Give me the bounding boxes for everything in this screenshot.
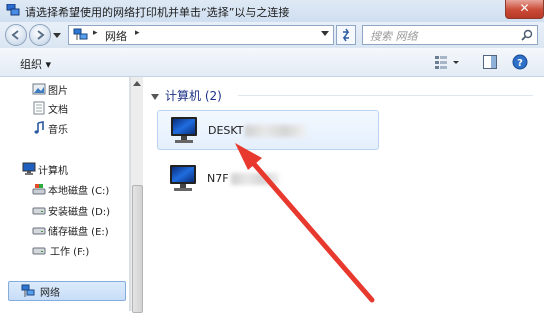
redacted-name-blur — [230, 173, 279, 185]
redacted-name-blur — [245, 125, 306, 137]
organize-button[interactable]: 组织 ▾ — [20, 56, 51, 72]
navigation-pane: 图片 文档 音乐 计算机 本地磁盘 (C:) 安装磁盘 (D:) 储存磁盘 (E… — [0, 77, 130, 311]
group-divider — [238, 95, 533, 96]
search-input[interactable]: 搜索 网络 — [362, 25, 538, 45]
computer-icon — [171, 117, 197, 143]
music-icon — [34, 121, 44, 134]
sidebar-item-label: 安装磁盘 (D:) — [48, 207, 111, 218]
drive-icon — [32, 247, 46, 255]
address-bar-area: ▸ 网络 ▸ 搜索 网络 — [0, 22, 544, 48]
back-button[interactable] — [5, 24, 27, 46]
scroll-thumb[interactable] — [132, 185, 143, 313]
sidebar-item-network[interactable]: 网络 — [8, 281, 126, 301]
collapse-icon[interactable] — [151, 94, 159, 100]
breadcrumb-separator[interactable]: ▸ — [135, 28, 140, 38]
computer-icon — [22, 162, 36, 175]
computer-name: DESKT — [208, 124, 306, 137]
pictures-icon — [32, 83, 46, 95]
refresh-icon — [342, 28, 350, 42]
sidebar-item-label: 图片 — [48, 86, 68, 97]
nav-scrollbar[interactable] — [130, 77, 143, 313]
back-arrow-icon — [11, 30, 19, 40]
network-icon — [21, 284, 35, 297]
address-dropdown-icon[interactable] — [321, 31, 329, 36]
drive-icon — [32, 227, 46, 235]
window-title: 请选择希望使用的网络打印机并单击“选择”以与之连接 — [25, 6, 290, 19]
computer-name: N7F — [207, 172, 279, 185]
sidebar-item-label: 工作 (F:) — [50, 247, 90, 258]
sidebar-item-label: 文档 — [48, 105, 68, 116]
svg-text:?: ? — [517, 58, 523, 69]
sidebar-item-label: 储存磁盘 (E:) — [48, 227, 109, 238]
group-title: 计算机 (2) — [165, 89, 222, 103]
command-toolbar: 组织 ▾ ? — [0, 48, 544, 77]
sidebar-item-label: 计算机 — [38, 166, 68, 177]
network-icon — [6, 4, 20, 16]
content-pane: 计算机 (2) DESKT N7F — [143, 77, 544, 311]
breadcrumb-separator[interactable]: ▸ — [93, 28, 98, 38]
history-dropdown-icon[interactable] — [53, 33, 61, 38]
breadcrumb-network[interactable]: 网络 — [105, 28, 127, 44]
search-placeholder: 搜索 网络 — [370, 30, 418, 43]
search-icon[interactable] — [521, 29, 533, 41]
computer-item[interactable]: N7F — [157, 159, 379, 199]
forward-arrow-icon — [37, 30, 45, 40]
system-drive-icon — [32, 184, 46, 195]
scroll-up-icon[interactable] — [133, 81, 141, 86]
forward-button[interactable] — [29, 24, 51, 46]
network-folder-icon — [73, 28, 88, 40]
help-icon[interactable]: ? — [512, 54, 528, 70]
sidebar-item-label: 本地磁盘 (C:) — [48, 186, 110, 197]
sidebar-item-label: 音乐 — [48, 125, 68, 136]
sidebar-item-label: 网络 — [40, 288, 60, 299]
group-header[interactable]: 计算机 (2) — [151, 87, 222, 104]
view-options-icon[interactable] — [433, 54, 461, 70]
documents-icon — [33, 101, 45, 115]
close-button[interactable]: ✕ — [505, 0, 544, 19]
computer-item[interactable]: DESKT — [157, 110, 379, 150]
title-bar: 请选择希望使用的网络打印机并单击“选择”以与之连接 ✕ — [0, 0, 544, 23]
preview-pane-icon[interactable] — [482, 54, 498, 70]
address-box[interactable]: ▸ 网络 ▸ — [68, 25, 334, 45]
drive-icon — [32, 207, 46, 215]
refresh-button[interactable] — [336, 25, 356, 45]
computer-icon — [170, 165, 196, 191]
